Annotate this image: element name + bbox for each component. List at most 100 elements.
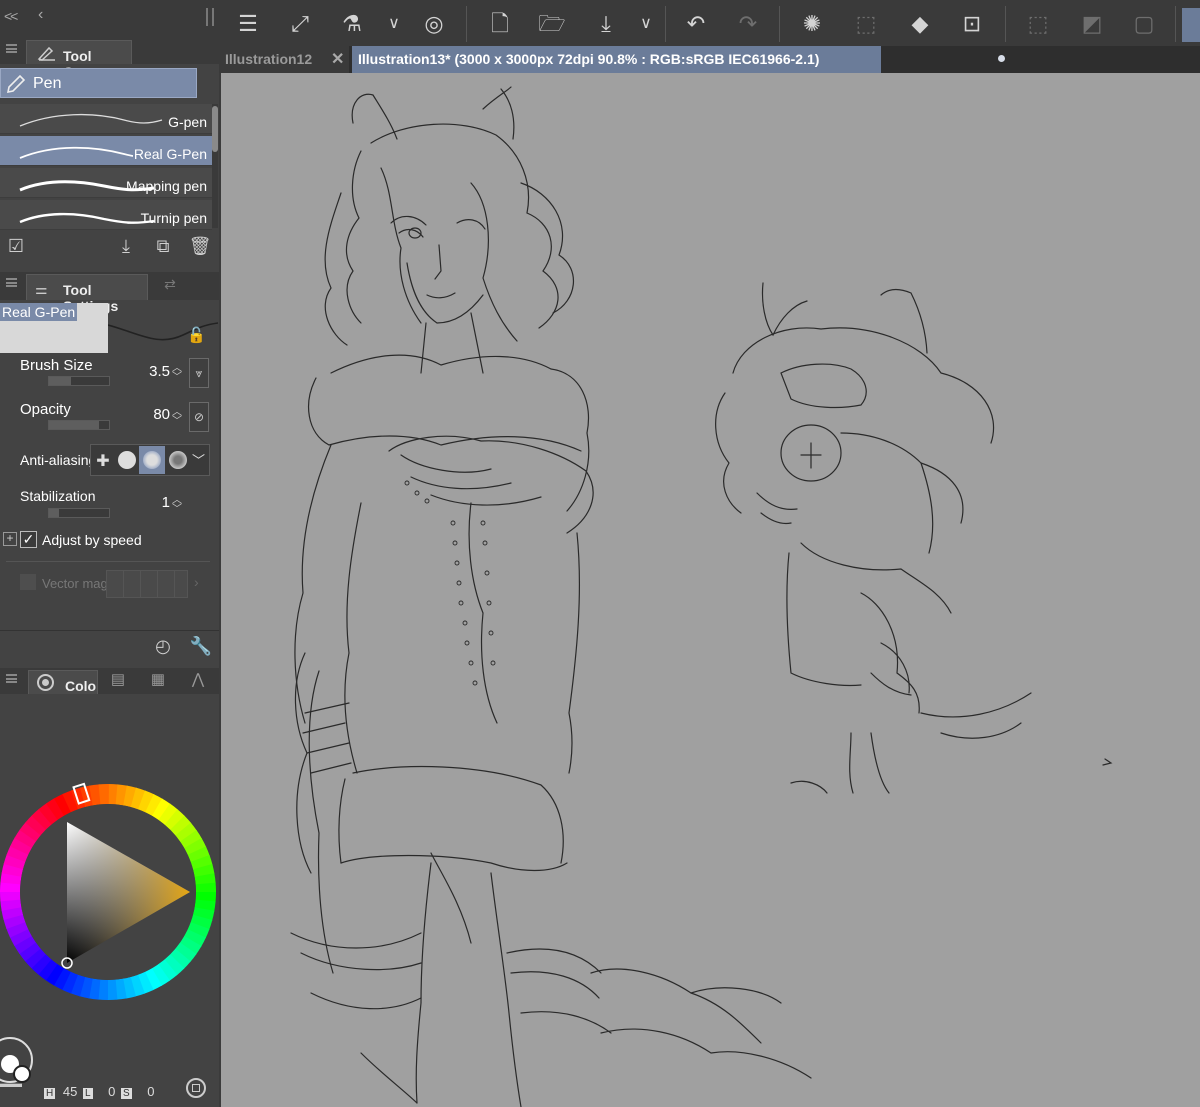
sketch-artwork [290, 86, 1113, 1107]
palette-menu-icon[interactable] [6, 44, 17, 53]
open-folder-icon[interactable]: 🗁 [537, 10, 567, 38]
collapse-panel-icon[interactable]: << [4, 8, 18, 24]
reset-icon[interactable]: ◴ [150, 636, 176, 657]
opacity-pressure-icon[interactable]: ⊘ [189, 402, 209, 432]
sub-tool-label: Mapping pen [126, 178, 207, 194]
drawing-canvas[interactable] [221, 73, 1200, 1107]
color-wheel[interactable] [0, 780, 219, 1005]
toolbar-separator [466, 6, 467, 42]
vector-magnet-label: Vector magn [42, 576, 115, 591]
slider-fill [49, 509, 59, 517]
color-history-tab-icon[interactable]: ⋀ [184, 670, 212, 688]
invert-icon[interactable]: ◩ [1077, 10, 1107, 38]
tab-illustration12[interactable]: Illustration12 ✕ [219, 46, 349, 73]
swap-color-icon[interactable]: ▬▬ [0, 1078, 22, 1090]
aa-medium-option[interactable] [139, 446, 165, 474]
chevron-left-icon[interactable]: ‹ [38, 6, 43, 24]
pick-color-icon[interactable]: ⚗ [337, 10, 367, 38]
deselect-icon[interactable]: ⬚ [1023, 10, 1053, 38]
command-bar: ☰ ⤢ ⚗ ∨ ◎ 🗋 🗁 ⤓ ∨ ↶ ↷ ✺ ⬚ ◆ ⊡ ⬚ ◩ ▢ [219, 0, 1200, 48]
lock-icon[interactable]: 🔓 [187, 326, 206, 344]
transform-icon[interactable]: ⊡ [957, 10, 987, 38]
brush-preview-area: Real G-Pen [0, 303, 108, 353]
sub-tool-turnip-pen[interactable]: Turnip pen [0, 200, 212, 230]
loading-icon[interactable]: ✺ [797, 10, 827, 38]
close-icon[interactable]: ✕ [331, 49, 344, 69]
palette-menu-icon[interactable] [6, 278, 17, 287]
select-icon[interactable]: ⬚ [851, 10, 881, 38]
brush-size-slider[interactable] [48, 376, 110, 386]
undo-icon[interactable]: ↶ [681, 10, 711, 38]
adjust-by-speed-checkbox[interactable]: ✓ [20, 531, 37, 548]
color-set-tab-icon[interactable]: ▦ [144, 670, 172, 688]
left-panel-header: << ‹ [0, 0, 219, 38]
dropdown-icon[interactable]: ∨ [631, 10, 661, 38]
wrench-icon[interactable]: 🔧 [188, 636, 214, 657]
sub-tool-settings-icon[interactable]: ☑ [4, 236, 28, 257]
tab-label: Illustration13* (3000 x 3000px 72dpi 90.… [358, 51, 820, 67]
brush-size-spinner[interactable]: ︿ ﹀ [172, 364, 182, 383]
palette-menu-icon[interactable] [6, 674, 17, 683]
hsv-readout: H 45 L 0 S 0 [44, 1084, 155, 1099]
opacity-spinner[interactable]: ︿ ﹀ [172, 408, 182, 427]
sub-tool-real-g-pen[interactable]: Real G-Pen [0, 136, 212, 166]
color-wheel-icon [37, 674, 54, 691]
g-pen-stroke-preview [19, 113, 163, 127]
scrollbar-thumb[interactable] [212, 106, 218, 152]
aa-weak-option[interactable] [114, 446, 140, 474]
sub-tool-scrollbar[interactable] [212, 104, 218, 228]
pen-pressure-icon[interactable]: ⩔ [189, 358, 209, 388]
tab-color-wheel[interactable]: Colo [28, 670, 98, 694]
chevron-right-icon[interactable]: › [194, 574, 199, 590]
aa-none-option[interactable]: ✚ [90, 446, 116, 474]
stabilization-spinner[interactable]: ︿ ﹀ [172, 496, 182, 515]
pen-tool-label: Pen [33, 75, 62, 92]
swirl-icon[interactable]: ◎ [419, 10, 449, 38]
tab-tool-group[interactable]: Tool Group [26, 40, 132, 80]
aa-strong-option[interactable] [165, 446, 191, 474]
opacity-value[interactable]: 80 [130, 406, 170, 423]
expand-icon[interactable]: ⤢ [285, 10, 315, 38]
sub-tool-label: G-pen [168, 114, 207, 130]
tab-tool-settings[interactable]: ⚌ Tool Settings [26, 274, 148, 314]
trash-icon[interactable]: 🗑 [188, 236, 212, 257]
divider [0, 630, 219, 631]
sub-tool-label: Turnip pen [140, 210, 207, 226]
chevron-down-icon[interactable]: ﹀ [192, 450, 205, 469]
tab-illustration13[interactable]: Illustration13* (3000 x 3000px 72dpi 90.… [352, 46, 1005, 73]
divider [6, 561, 210, 562]
sub-tool-mapping-pen[interactable]: Mapping pen [0, 168, 212, 198]
slider-fill [49, 421, 99, 429]
redo-icon[interactable]: ↷ [733, 10, 763, 38]
sub-tool-detail-icon[interactable]: ⇄ [156, 276, 184, 293]
fill-icon[interactable]: ◆ [905, 10, 935, 38]
download-icon[interactable]: ⤓ [591, 10, 621, 38]
toolbar-separator [665, 6, 666, 42]
opacity-slider[interactable] [48, 420, 110, 430]
stabilization-slider[interactable] [48, 508, 110, 518]
vector-magnet-levels[interactable] [106, 570, 188, 598]
tool-pen[interactable]: Pen [0, 68, 197, 98]
color-slider-tab-icon[interactable]: ▤ [104, 670, 132, 688]
stabilization-value[interactable]: 1 [130, 494, 170, 511]
stabilization-label: Stabilization [20, 488, 96, 504]
menu-icon[interactable]: ☰ [233, 10, 263, 38]
frame-icon[interactable]: ▢ [1129, 10, 1159, 38]
chibi-character-sketch [715, 282, 1113, 794]
copy-sub-tool-icon[interactable]: ⤓ [114, 236, 138, 257]
create-sub-tool-icon[interactable]: ⧉ [151, 236, 175, 257]
dropdown-icon[interactable]: ∨ [379, 10, 409, 38]
vector-magnet-checkbox[interactable] [20, 574, 36, 590]
color-tab-label: Colo [65, 678, 97, 694]
panel-toggle-button[interactable] [1182, 8, 1200, 42]
pen-tool-icon [6, 74, 26, 94]
brush-size-value[interactable]: 3.5 [130, 363, 170, 380]
toolbar-separator [779, 6, 780, 42]
document-tabs: Illustration12 ✕ Illustration13* (3000 x… [219, 46, 1200, 73]
expand-icon[interactable]: + [3, 532, 17, 546]
panel-grip-icon[interactable] [206, 8, 214, 26]
anti-aliasing-label: Anti-aliasing [20, 452, 97, 468]
sub-tool-g-pen[interactable]: G-pen [0, 104, 212, 134]
color-mode-icon[interactable] [186, 1078, 206, 1098]
new-file-icon[interactable]: 🗋 [485, 10, 515, 38]
